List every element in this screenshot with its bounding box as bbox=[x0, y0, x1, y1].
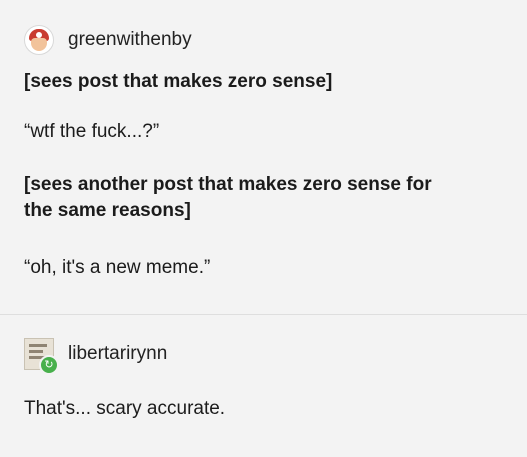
post-header-greenwithenby: greenwithenby bbox=[24, 25, 192, 55]
mario-avatar-icon[interactable] bbox=[24, 25, 54, 55]
sticker-avatar-icon[interactable]: ↻ bbox=[24, 338, 59, 375]
reblog-icon: ↻ bbox=[39, 355, 59, 375]
post-text-line-4: “oh, it's a new meme.” bbox=[24, 257, 211, 278]
post-text-line-1: [sees post that makes zero sense] bbox=[24, 71, 333, 92]
username[interactable]: libertarirynn bbox=[68, 343, 167, 365]
post-text-line-3: [sees another post that makes zero sense… bbox=[24, 174, 432, 221]
post-divider bbox=[0, 314, 527, 315]
reply-text: That's... scary accurate. bbox=[24, 398, 226, 419]
username[interactable]: greenwithenby bbox=[68, 29, 192, 51]
post-header-libertarirynn: ↻ libertarirynn bbox=[24, 338, 167, 375]
tumblr-thread: greenwithenby [sees post that makes zero… bbox=[0, 0, 527, 457]
post-text-line-2: “wtf the fuck...?” bbox=[24, 121, 160, 142]
